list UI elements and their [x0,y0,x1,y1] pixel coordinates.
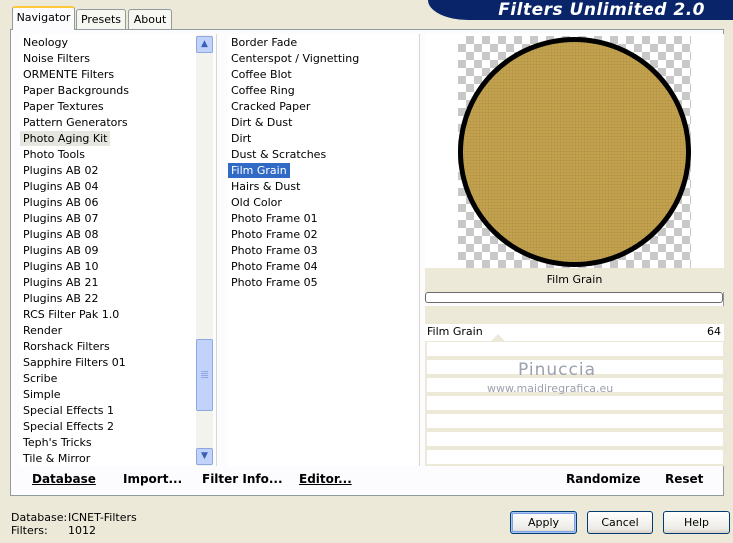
reset-button[interactable]: Reset [665,472,703,486]
filter-item[interactable]: Photo Frame 04 [228,259,321,274]
filter-item[interactable]: Old Color [228,195,285,210]
database-label: Database: [11,511,68,524]
filter-item[interactable]: Hairs & Dust [228,179,303,194]
category-item[interactable]: Plugins AB 04 [20,179,101,194]
cancel-button[interactable]: Cancel [587,511,653,534]
parameter-slot [427,432,723,446]
film-grain-slider[interactable]: Film Grain 64 [425,324,724,341]
grip-icon [201,371,208,379]
category-item[interactable]: Render [20,323,65,338]
filter-list[interactable]: Border Fade Centerspot / Vignetting Coffee… [228,34,418,466]
filter-item[interactable]: Border Fade [228,35,300,50]
filters-count: 1012 [68,524,96,537]
transparency-checkerboard [458,36,691,268]
category-item[interactable]: Tile & Mirror [20,451,93,466]
database-button[interactable]: Database [32,472,96,486]
editor-button-label: Editor... [299,472,352,486]
filter-item[interactable]: Film Grain [228,163,290,178]
progress-bar [425,292,723,303]
parameter-value: 64 [707,325,721,338]
category-item[interactable]: Photo Tools [20,147,88,162]
category-list[interactable]: Neology Noise Filters ORMENTE Filters Paper… [20,34,196,466]
apply-button[interactable]: Apply [510,511,577,534]
filter-item[interactable]: Dirt & Dust [228,115,295,130]
filter-item[interactable]: Photo Frame 02 [228,227,321,242]
category-scrollbar[interactable]: ▲ ▼ [196,35,213,466]
category-item[interactable]: Plugins AB 22 [20,291,101,306]
scroll-down-button[interactable]: ▼ [196,448,213,465]
app-title-banner: Filters Unlimited 2.0 [428,0,733,20]
category-item[interactable]: Teph's Tricks [20,435,95,450]
filter-item[interactable]: Dust & Scratches [228,147,329,162]
filter-item[interactable]: Cracked Paper [228,99,313,114]
filter-item[interactable]: Centerspot / Vignetting [228,51,362,66]
category-item[interactable]: RCS Filter Pak 1.0 [20,307,122,322]
category-item[interactable]: Plugins AB 21 [20,275,101,290]
tab-navigator[interactable]: Navigator [12,6,75,30]
category-item[interactable]: Plugins AB 02 [20,163,101,178]
randomize-button[interactable]: Randomize [566,472,640,486]
watermark-name: Pinuccia [518,360,596,380]
category-item[interactable]: Plugins AB 09 [20,243,101,258]
database-value: ICNET-Filters [68,511,137,524]
filters-label: Filters: [11,524,48,537]
category-item[interactable]: Special Effects 1 [20,403,117,418]
import-button[interactable]: Import... [123,472,182,486]
watermark-url: www.maidiregrafica.eu [487,382,614,395]
filter-item[interactable]: Photo Frame 01 [228,211,321,226]
database-button-label: Database [32,472,96,486]
category-item[interactable]: Plugins AB 06 [20,195,101,210]
preview-divider [419,34,420,466]
category-item[interactable]: Plugins AB 10 [20,259,101,274]
editor-button[interactable]: Editor... [299,472,352,486]
help-button[interactable]: Help [663,511,730,534]
filter-info-button[interactable]: Filter Info... [202,472,283,486]
tab-about[interactable]: About [128,9,172,29]
scroll-up-button[interactable]: ▲ [196,36,213,53]
category-item[interactable]: Paper Backgrounds [20,83,132,98]
reset-button-label: Reset [665,472,704,486]
parameter-slot [427,396,723,410]
category-item[interactable]: Scribe [20,371,60,386]
filter-item[interactable]: Photo Frame 05 [228,275,321,290]
filter-info-button-label: Filter Info... [202,472,283,486]
category-item[interactable]: Neology [20,35,71,50]
category-item[interactable]: ORMENTE Filters [20,67,117,82]
category-item[interactable]: Pattern Generators [20,115,131,130]
list-divider [216,34,217,466]
tab-presets[interactable]: Presets [76,9,126,29]
slider-pointer-icon[interactable] [491,334,505,341]
import-button-label: Import... [123,472,183,486]
filter-item[interactable]: Coffee Ring [228,83,298,98]
category-item[interactable]: Simple [20,387,64,402]
parameter-label: Film Grain [427,325,483,338]
category-item[interactable]: Plugins AB 08 [20,227,101,242]
category-item[interactable]: Paper Textures [20,99,107,114]
preview-image [458,37,691,267]
filter-item[interactable]: Coffee Blot [228,67,295,82]
category-item[interactable]: Rorshack Filters [20,339,113,354]
preview-area [425,34,724,268]
parameter-slot [427,342,723,356]
category-item[interactable]: Noise Filters [20,51,93,66]
randomize-button-label: Randomize [566,472,641,486]
category-item[interactable]: Special Effects 2 [20,419,117,434]
scroll-thumb[interactable] [196,339,213,411]
filter-item[interactable]: Dirt [228,131,254,146]
filter-item[interactable]: Photo Frame 03 [228,243,321,258]
parameter-slot [427,450,723,464]
preview-filter-name: Film Grain [425,268,724,292]
category-item[interactable]: Sapphire Filters 01 [20,355,129,370]
category-item[interactable]: Plugins AB 07 [20,211,101,226]
parameter-slot [427,414,723,428]
category-item[interactable]: Photo Aging Kit [20,131,111,146]
